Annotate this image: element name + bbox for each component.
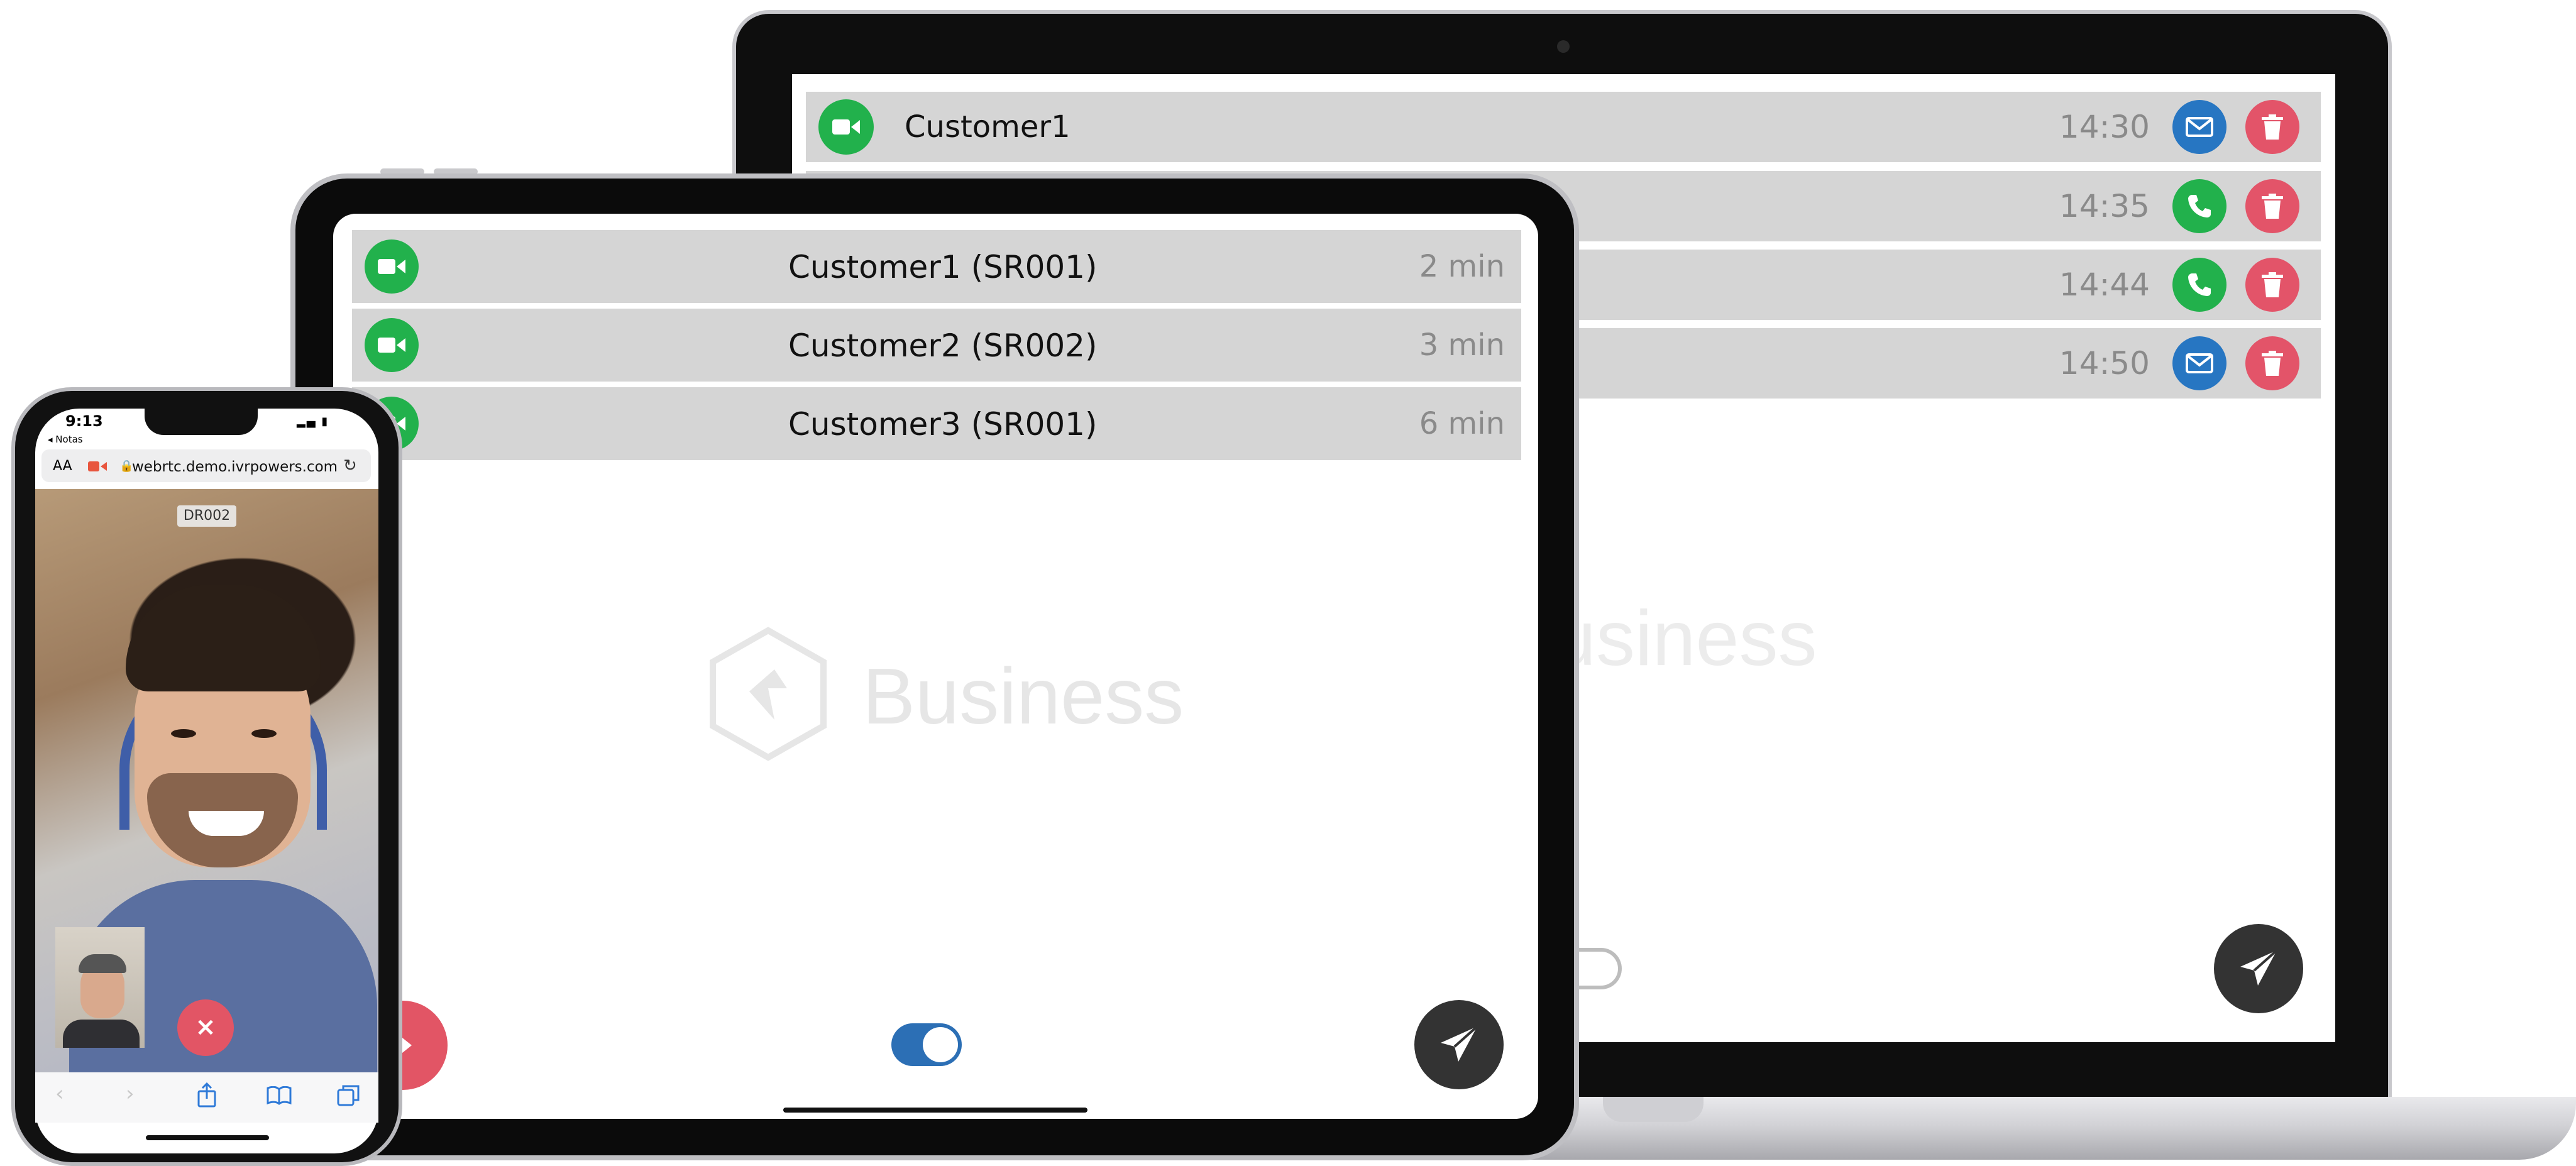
- tablet-row[interactable]: Customer2 (SR002) 3 min: [352, 309, 1521, 382]
- phone-icon[interactable]: [2172, 179, 2226, 233]
- back-icon[interactable]: ‹: [55, 1081, 64, 1106]
- video-call-icon[interactable]: [365, 239, 419, 294]
- home-indicator: [146, 1135, 269, 1140]
- mail-icon[interactable]: [2172, 100, 2226, 154]
- status-time: 9:13: [65, 412, 103, 430]
- local-video-person: [63, 1020, 140, 1048]
- business-logo-icon: [710, 627, 827, 761]
- video-call-icon[interactable]: [365, 318, 419, 372]
- camera-active-icon: [88, 461, 107, 471]
- business-watermark: usiness: [1553, 595, 1817, 682]
- paper-plane-icon: [1441, 1025, 1478, 1062]
- remote-video-person: [251, 729, 277, 738]
- trash-icon[interactable]: [2245, 100, 2299, 154]
- mail-icon[interactable]: [2172, 336, 2226, 390]
- laptop-base-notch: [1603, 1097, 1704, 1122]
- wait-duration: 2 min: [1419, 249, 1505, 284]
- business-watermark: Business: [862, 652, 1184, 740]
- back-to-app-link[interactable]: ◂ Notas: [48, 434, 83, 445]
- home-indicator: [783, 1108, 1087, 1113]
- signal-wifi-battery-icon: ▂▄ ▮: [297, 415, 329, 428]
- tablet-row[interactable]: Customer1 (SR001) 2 min: [352, 230, 1521, 303]
- reload-icon[interactable]: ↻: [343, 456, 357, 475]
- time-label: 14:44: [2059, 267, 2150, 303]
- url-text: webrtc.demo.ivrpowers.com: [132, 459, 338, 475]
- customer-name: Customer2 (SR002): [788, 327, 1098, 364]
- send-button[interactable]: [2214, 924, 2303, 1013]
- laptop-row[interactable]: Customer1 14:30: [806, 92, 2321, 162]
- remote-video-person: [171, 729, 196, 738]
- room-label: DR002: [177, 505, 236, 527]
- tablet-row[interactable]: Customer3 (SR001) 6 min: [352, 387, 1521, 460]
- phone-icon[interactable]: [2172, 258, 2226, 312]
- time-label: 14:35: [2059, 188, 2150, 224]
- phone-notch: [145, 409, 258, 435]
- toggle-knob: [923, 1027, 958, 1062]
- laptop-camera: [1557, 40, 1570, 53]
- customer-name: Customer1: [905, 109, 1071, 145]
- forward-icon[interactable]: ›: [126, 1081, 135, 1106]
- send-button[interactable]: [1414, 1000, 1504, 1089]
- paper-plane-icon: [2240, 949, 2278, 986]
- customer-name: Customer3 (SR001): [788, 406, 1098, 443]
- hang-up-button[interactable]: ×: [177, 999, 234, 1056]
- share-icon[interactable]: [196, 1082, 217, 1108]
- text-size-button[interactable]: AA: [53, 458, 72, 474]
- trash-icon[interactable]: [2245, 336, 2299, 390]
- tabs-icon[interactable]: [337, 1084, 360, 1106]
- customer-name: Customer1 (SR001): [788, 249, 1098, 285]
- video-call-icon[interactable]: [818, 99, 874, 155]
- time-label: 14:30: [2059, 109, 2150, 145]
- trash-icon[interactable]: [2245, 258, 2299, 312]
- local-video-person: [79, 954, 126, 973]
- time-label: 14:50: [2059, 345, 2150, 382]
- availability-toggle[interactable]: [891, 1023, 962, 1066]
- wait-duration: 6 min: [1419, 406, 1505, 441]
- bookmarks-icon[interactable]: [267, 1086, 292, 1105]
- trash-icon[interactable]: [2245, 179, 2299, 233]
- wait-duration: 3 min: [1419, 327, 1505, 363]
